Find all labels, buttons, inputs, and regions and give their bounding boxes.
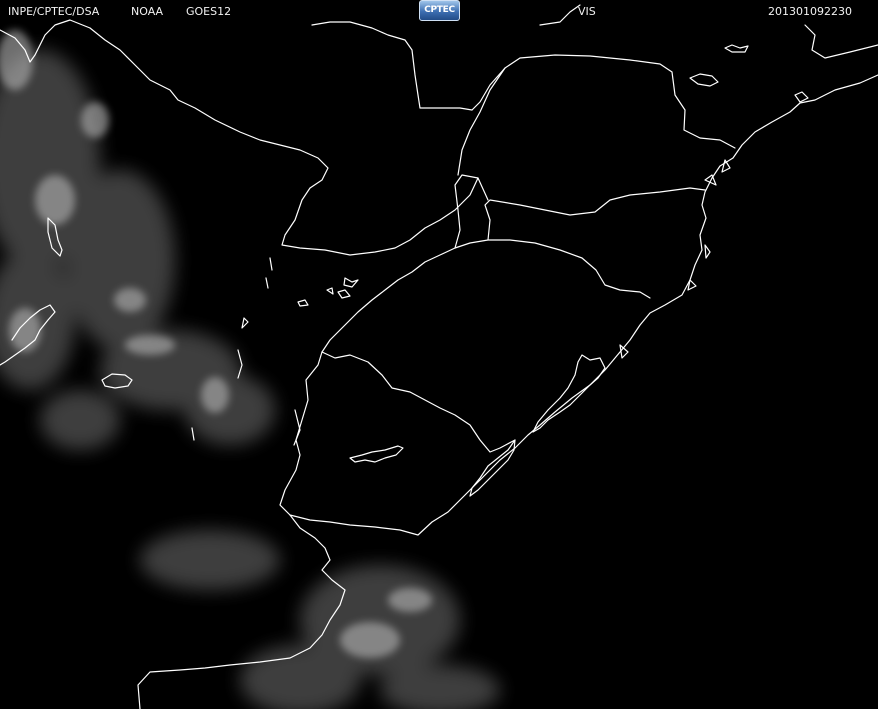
satellite-image bbox=[0, 0, 878, 709]
channel-label: VIS bbox=[578, 5, 596, 18]
satellite-label: GOES12 bbox=[186, 5, 232, 18]
cptec-logo: CPTEC bbox=[419, 0, 460, 21]
timestamp-label: 201301092230 bbox=[768, 5, 852, 18]
source-credit-label: INPE/CPTEC/DSA bbox=[8, 5, 100, 18]
agency-label: NOAA bbox=[131, 5, 164, 18]
